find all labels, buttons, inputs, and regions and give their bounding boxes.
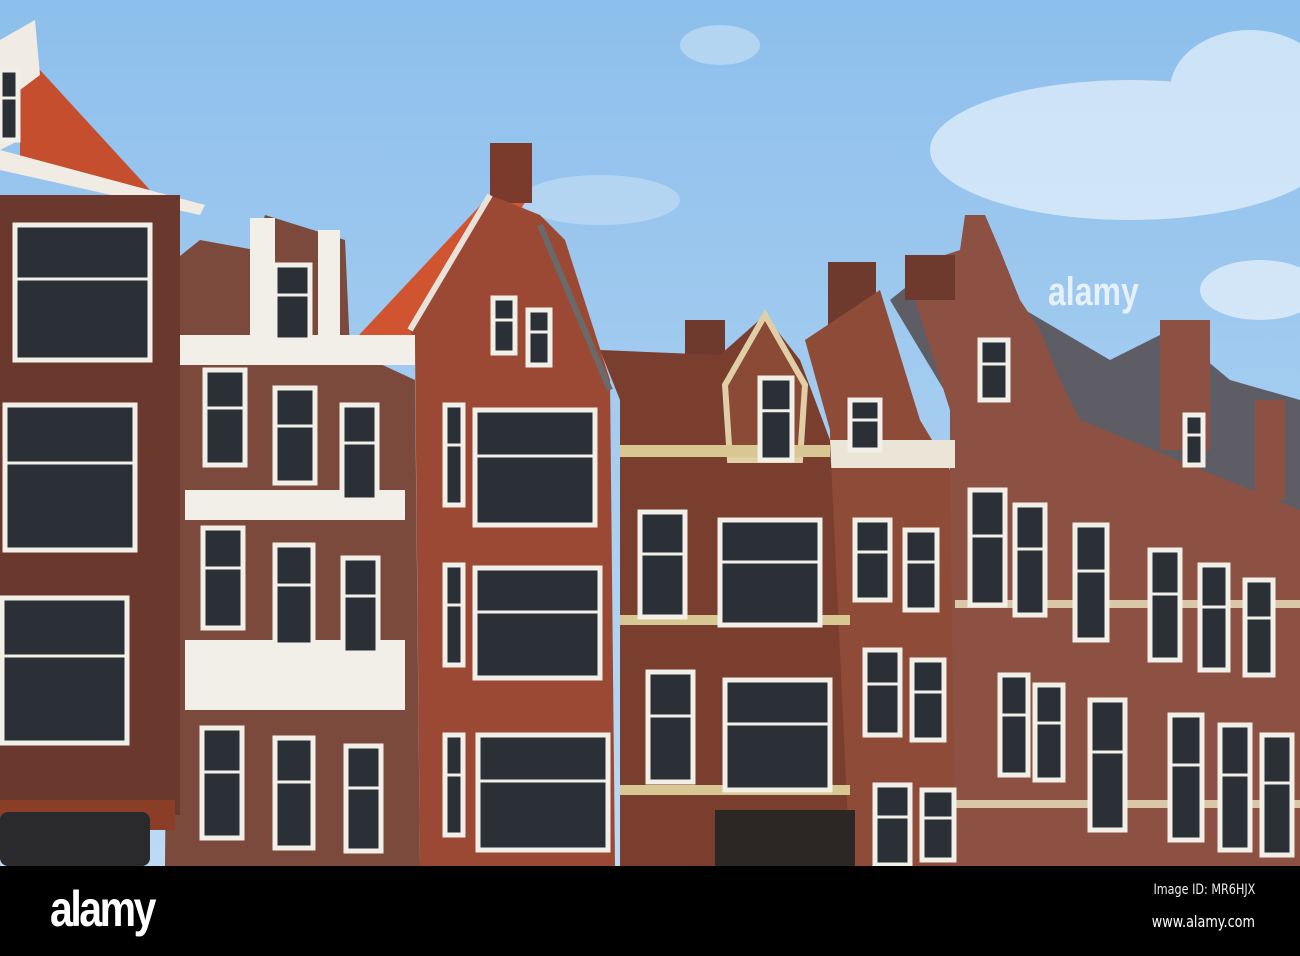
window xyxy=(12,222,153,363)
window xyxy=(997,672,1031,778)
window xyxy=(977,337,1011,403)
window xyxy=(862,647,903,738)
window xyxy=(852,517,893,603)
window xyxy=(199,725,245,841)
window xyxy=(722,677,833,793)
window xyxy=(757,375,795,463)
window xyxy=(442,562,466,668)
window xyxy=(1242,577,1276,678)
window xyxy=(202,367,248,468)
window xyxy=(272,385,318,486)
window xyxy=(902,527,940,613)
window xyxy=(1012,502,1048,618)
image-id-label: Image ID: MR6HJX xyxy=(1153,882,1255,898)
window xyxy=(1167,712,1205,843)
window xyxy=(442,732,466,838)
window xyxy=(872,782,913,866)
window xyxy=(1217,722,1253,853)
window xyxy=(717,517,823,628)
window xyxy=(472,407,598,528)
window xyxy=(340,555,381,656)
window xyxy=(0,67,21,143)
window xyxy=(847,397,883,453)
window xyxy=(919,787,957,863)
window xyxy=(272,735,316,851)
window xyxy=(475,732,611,853)
window xyxy=(525,307,553,368)
window xyxy=(2,402,138,553)
window xyxy=(1087,697,1128,833)
window xyxy=(645,669,696,785)
window xyxy=(1197,562,1231,673)
window xyxy=(272,262,313,343)
alamy-watermark-overlay: alamy xyxy=(1048,270,1139,314)
stock-photo: alamy alamy Image ID: MR6HJX www.alamy.c… xyxy=(0,0,1300,956)
alamy-logo: alamy xyxy=(50,881,156,937)
window xyxy=(339,402,380,503)
watermark-footer: alamy Image ID: MR6HJX www.alamy.com xyxy=(0,866,1300,956)
window xyxy=(0,595,130,746)
window xyxy=(909,657,947,743)
window xyxy=(1072,522,1110,643)
window xyxy=(1032,682,1066,783)
website-label: www.alamy.com xyxy=(1151,912,1255,931)
window xyxy=(1259,732,1295,858)
amsterdam-canal-houses-photo xyxy=(0,0,1300,866)
window xyxy=(1182,412,1206,468)
window xyxy=(472,565,603,681)
window xyxy=(637,509,688,620)
window xyxy=(343,743,384,854)
window xyxy=(967,487,1008,608)
window xyxy=(1147,547,1183,663)
window xyxy=(490,295,518,356)
window xyxy=(442,402,466,508)
window xyxy=(200,525,246,631)
window xyxy=(272,542,316,648)
